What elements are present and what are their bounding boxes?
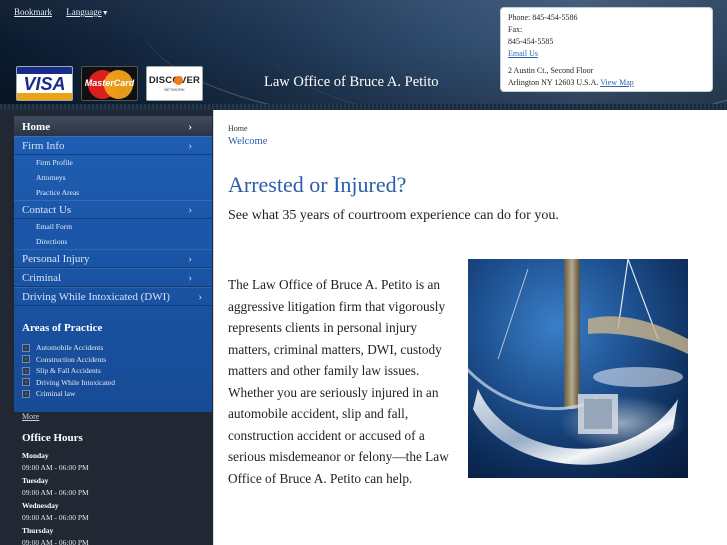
mastercard-logo: MasterCard (81, 66, 138, 101)
chevron-right-icon: › (188, 272, 192, 284)
nav-dwi[interactable]: Driving While Intoxicated (DWI) › (14, 287, 212, 306)
areas-of-practice-title: Areas of Practice (22, 322, 103, 334)
nav-attorneys[interactable]: Attorneys (14, 170, 212, 185)
main-content: Home Welcome Arrested or Injured? See wh… (213, 110, 727, 545)
chevron-right-icon: › (198, 291, 202, 303)
chevron-right-icon: › (188, 140, 192, 152)
credit-card-logos: VISA MasterCard DISCOVER NETWORK (16, 66, 203, 101)
sidebar: Home › Firm Info › Firm Profile Attorney… (0, 110, 213, 545)
hours-time: 09:00 AM - 06:00 PM (22, 513, 89, 522)
email-us-link[interactable]: Email Us (508, 49, 538, 58)
address-line-1: 2 Austin Ct., Second Floor (508, 66, 594, 75)
nav-directions[interactable]: Directions (14, 234, 212, 249)
nav-home[interactable]: Home › (14, 116, 212, 136)
arrow-box-icon: › (22, 389, 30, 398)
hours-day: Monday (22, 451, 49, 460)
nav-firm-profile[interactable]: Firm Profile (14, 155, 212, 170)
hours-day: Wednesday (22, 501, 59, 510)
phone-text: Phone: 845-454-5586 (508, 13, 578, 22)
headline: Arrested or Injured? (228, 172, 407, 197)
office-hours-list: Monday 09:00 AM - 06:00 PM Tuesday 09:00… (22, 450, 202, 545)
hours-time: 09:00 AM - 06:00 PM (22, 488, 89, 497)
hours-time: 09:00 AM - 06:00 PM (22, 463, 89, 472)
areas-of-practice-list: › Automobile Accidents › Construction Acci… (22, 342, 202, 400)
intro-paragraph: The Law Office of Bruce A. Petito is an … (228, 277, 449, 486)
arrow-box-icon: › (22, 366, 30, 375)
language-link[interactable]: Language (66, 7, 101, 17)
top-links: Bookmark Language▼ (14, 7, 109, 17)
address-line-2: Arlington NY 12603 U.S.A. (508, 78, 599, 87)
fax-label: Fax: (508, 25, 523, 34)
visa-logo: VISA (16, 66, 73, 101)
list-item[interactable]: › Slip & Fall Accidents (22, 365, 202, 377)
office-hours-title: Office Hours (22, 432, 83, 444)
fax-text: 845-454-5585 (508, 37, 554, 46)
arrow-box-icon: › (22, 378, 30, 387)
breadcrumb[interactable]: Home (228, 124, 248, 133)
scales-of-justice-image (468, 259, 688, 478)
hours-day: Tuesday (22, 476, 49, 485)
list-item[interactable]: › Driving While Intoxicated (22, 377, 202, 389)
nav-personal-injury[interactable]: Personal Injury › (14, 249, 212, 268)
chevron-right-icon: › (188, 121, 192, 133)
nav-contact-us[interactable]: Contact Us › (14, 200, 212, 219)
more-link[interactable]: More (22, 412, 39, 421)
arrow-box-icon: › (22, 343, 30, 352)
nav-firm-info[interactable]: Firm Info › (14, 136, 212, 155)
hours-time: 09:00 AM - 06:00 PM (22, 538, 89, 545)
bookmark-link[interactable]: Bookmark (14, 7, 52, 17)
hours-day: Thursday (22, 526, 54, 535)
nav-email-form[interactable]: Email Form (14, 219, 212, 234)
chevron-right-icon: › (188, 204, 192, 216)
chevron-right-icon: › (188, 253, 192, 265)
list-item[interactable]: › Construction Accidents (22, 354, 202, 366)
contact-box: Phone: 845-454-5586 Fax: 845-454-5585 Em… (500, 7, 713, 92)
nav-practice-areas[interactable]: Practice Areas (14, 185, 212, 200)
page-title-small: Welcome (228, 136, 268, 147)
view-map-link[interactable]: View Map (600, 78, 634, 87)
list-item[interactable]: › Automobile Accidents (22, 342, 202, 354)
arrow-box-icon: › (22, 355, 30, 364)
tagline: See what 35 years of courtroom experienc… (228, 208, 559, 223)
discover-logo: DISCOVER NETWORK (146, 66, 203, 101)
site-title: Law Office of Bruce A. Petito (264, 74, 439, 90)
nav-criminal[interactable]: Criminal › (14, 268, 212, 287)
site-header: Bookmark Language▼ VISA MasterCard DISCO… (0, 0, 727, 110)
caret-down-icon[interactable]: ▼ (102, 9, 109, 17)
list-item[interactable]: › Criminal law (22, 388, 202, 400)
